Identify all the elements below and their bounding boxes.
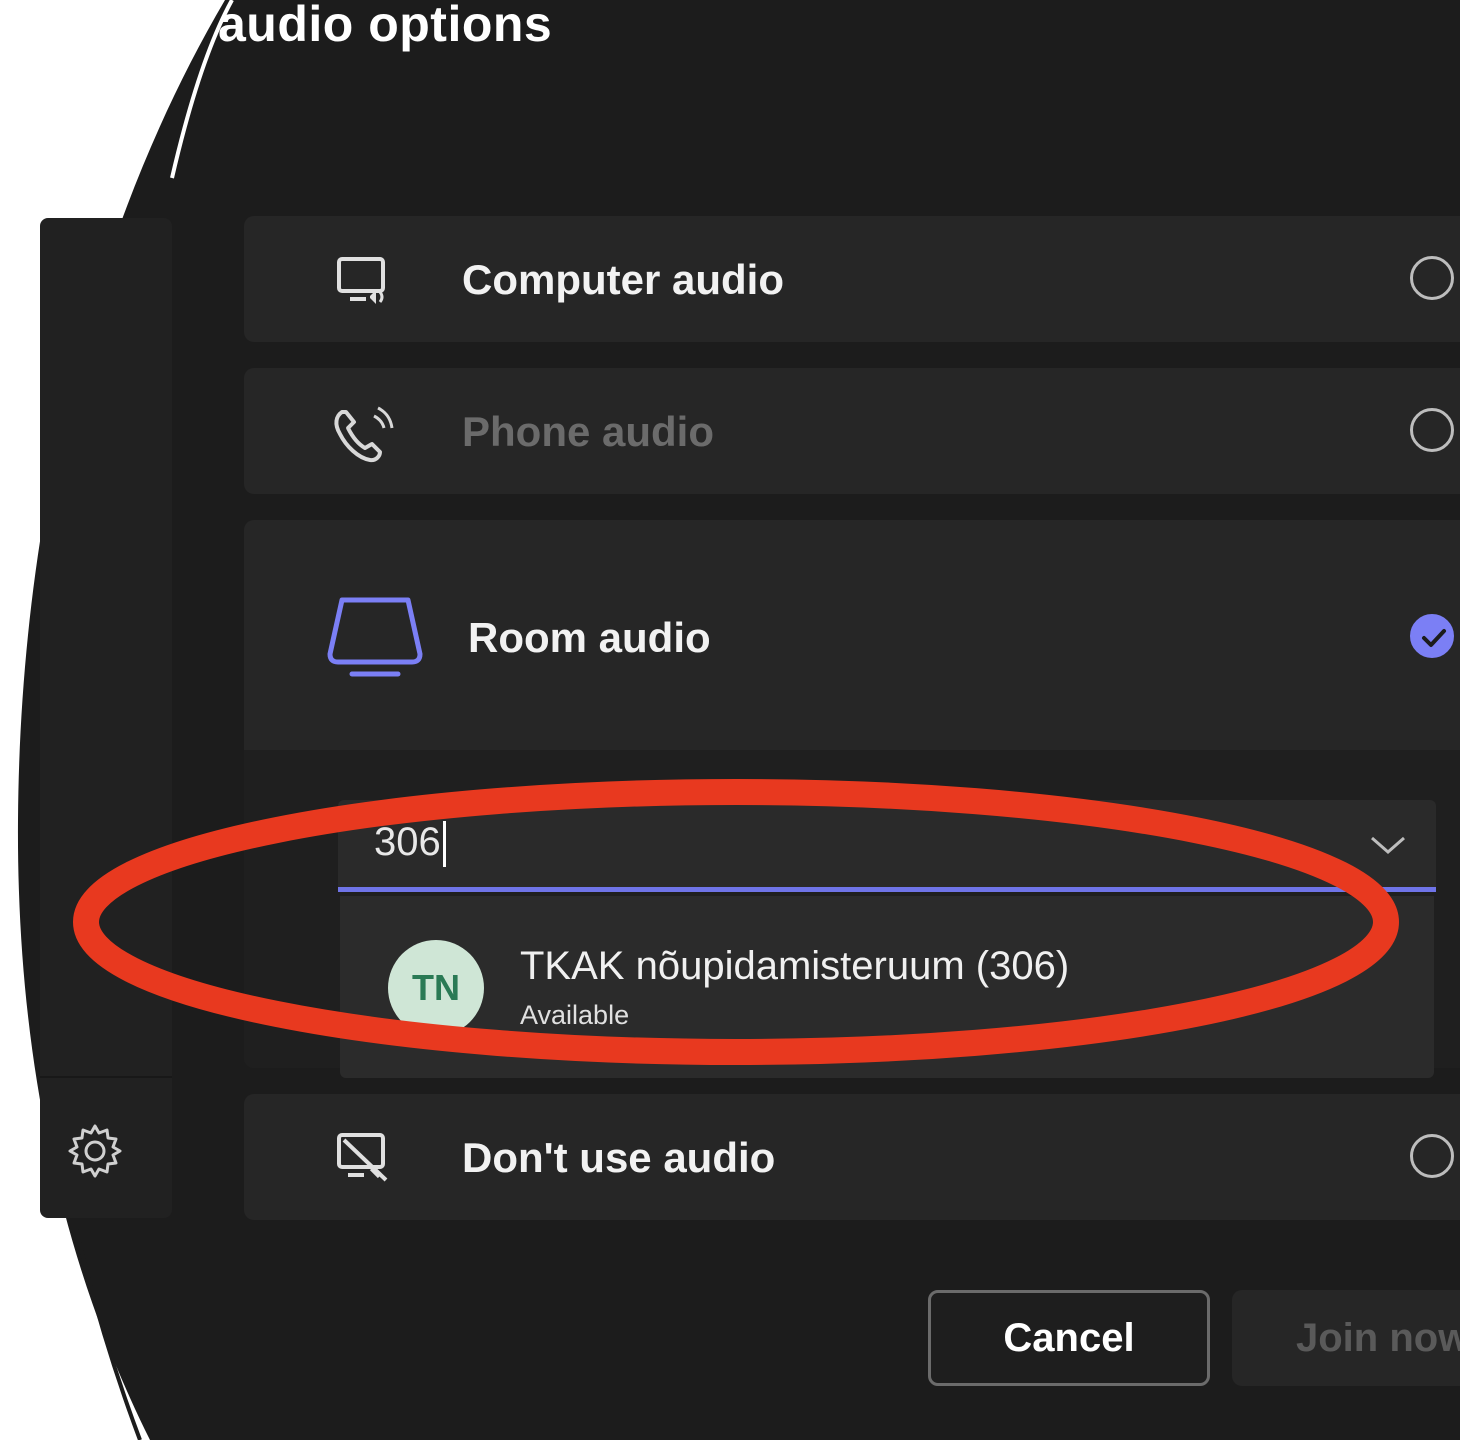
monitor-muted-icon	[337, 1133, 388, 1182]
left-panel-divider	[40, 1076, 172, 1078]
radio-room-audio[interactable]	[1410, 614, 1454, 658]
room-search-value: 306	[374, 820, 441, 864]
option-label-no-audio: Don't use audio	[462, 1134, 776, 1181]
dialog-title: audio options	[218, 0, 553, 52]
search-input-underline	[338, 887, 1436, 892]
monitor-speaker-icon	[337, 257, 385, 304]
option-label-computer-audio: Computer audio	[462, 256, 784, 303]
room-search-input[interactable]: 306	[338, 800, 1436, 892]
gear-icon[interactable]	[66, 1122, 124, 1180]
room-device-icon	[327, 597, 423, 677]
avatar: TN	[388, 940, 484, 1036]
join-now-button[interactable]: Join now	[1232, 1290, 1460, 1386]
text-caret	[442, 821, 446, 868]
left-panel	[40, 218, 172, 1218]
chevron-down-icon[interactable]	[1368, 832, 1408, 858]
radio-no-audio[interactable]	[1410, 1134, 1454, 1178]
option-label-room-audio: Room audio	[468, 614, 711, 661]
room-suggestion-name: TKAK nõupidamisteruum (306)	[520, 944, 1070, 988]
option-computer-audio[interactable]: Computer audio	[244, 216, 1460, 342]
room-suggestion-list: TN TKAK nõupidamisteruum (306) Available	[340, 896, 1434, 1078]
cancel-button[interactable]: Cancel	[928, 1290, 1210, 1386]
room-suggestion-status: Available	[520, 1000, 630, 1030]
option-phone-audio[interactable]: Phone audio	[244, 368, 1460, 494]
room-suggestion-item[interactable]: TN TKAK nõupidamisteruum (306) Available	[340, 896, 1434, 1078]
checkmark-icon	[1422, 629, 1446, 647]
option-no-audio[interactable]: Don't use audio	[244, 1094, 1460, 1220]
phone-icon	[334, 406, 394, 463]
radio-phone-audio[interactable]	[1410, 408, 1454, 452]
radio-computer-audio[interactable]	[1410, 256, 1454, 300]
option-label-phone-audio: Phone audio	[462, 408, 714, 455]
